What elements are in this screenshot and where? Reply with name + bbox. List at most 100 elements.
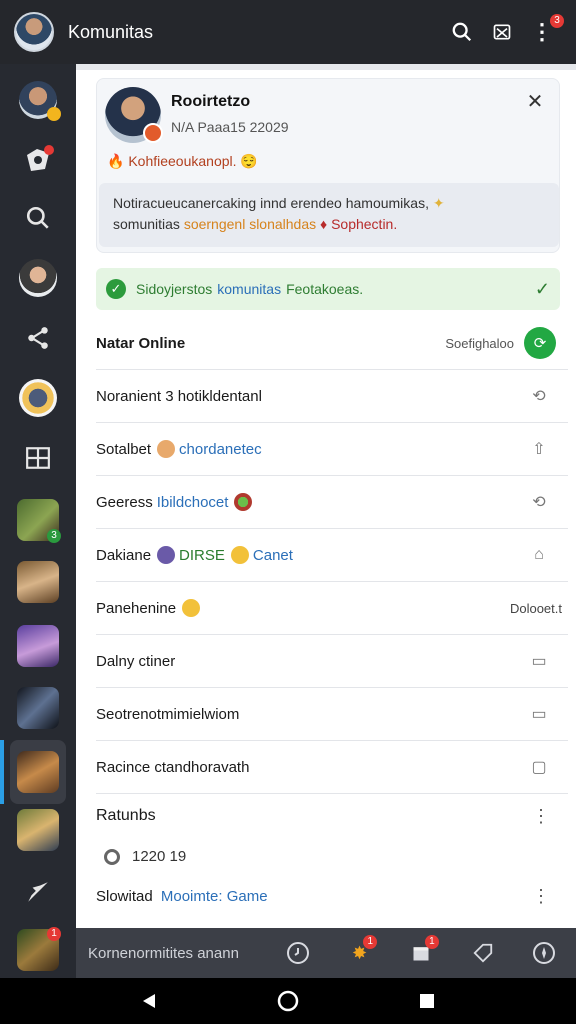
search-icon — [452, 22, 472, 42]
slowmode-row[interactable]: Slowitad Mooimte: Game — [96, 888, 268, 905]
ring-icon — [104, 848, 120, 865]
clock-icon — [286, 942, 309, 964]
rail-game-7[interactable]: 1 — [10, 922, 66, 978]
banner-text-3: Feotakoeas. — [286, 281, 364, 297]
rail-game-4[interactable] — [10, 680, 66, 736]
clipboard-icon[interactable]: ▭ — [528, 651, 550, 671]
rail-rocket[interactable] — [10, 864, 66, 920]
game-thumbnail: 1 — [17, 927, 61, 971]
list-item[interactable]: Racince ctandhoravath ▢ — [96, 741, 568, 794]
row-label: Dakiane — [96, 546, 152, 564]
game-thumbnail — [17, 809, 59, 851]
emoji-icon — [157, 546, 176, 564]
checkmark-icon[interactable]: ✓ — [535, 279, 550, 300]
list-item[interactable]: Seotrenotmimielwiom ▭ — [96, 688, 568, 741]
note-text-2: somunitias — [113, 216, 180, 232]
emoji-icon — [157, 440, 176, 458]
badge-emoji-icon — [234, 493, 253, 511]
profile-card-avatar[interactable] — [105, 87, 163, 143]
rail-community[interactable] — [10, 132, 66, 188]
gift-button[interactable]: 1 — [401, 933, 441, 973]
profile-status: 🔥 Kohfieeoukanopl. 😌 — [107, 153, 258, 170]
search-button[interactable] — [442, 12, 482, 52]
rail-avatar-friend[interactable] — [10, 250, 66, 306]
banner-text-1: Sidoyjerstos — [136, 281, 213, 297]
compass-button[interactable] — [524, 933, 564, 973]
inbox-button[interactable] — [482, 12, 522, 52]
notification-badge: 3 — [550, 14, 564, 28]
back-button[interactable] — [135, 987, 163, 1015]
list-item[interactable]: Geeress Ibildchocet ⟲ — [96, 476, 568, 529]
timer-button[interactable] — [278, 933, 318, 973]
sparkle-icon: ✦ — [432, 195, 445, 211]
friend-avatar — [19, 259, 57, 297]
home-button[interactable] — [274, 987, 302, 1015]
close-button[interactable]: ✕ — [521, 87, 549, 115]
online-toggle-button[interactable]: ⟳ — [524, 327, 556, 359]
section-title: Ratunbs — [96, 807, 156, 824]
refresh-icon[interactable]: ⟲ — [528, 386, 550, 406]
rail-avatar-profile[interactable] — [10, 72, 66, 128]
note-text-3: soerngenl slonalhdas — [183, 216, 317, 232]
app-title: Komunitas — [68, 21, 154, 42]
profile-avatar — [19, 81, 61, 121]
rail-share[interactable] — [10, 310, 66, 366]
bag-icon[interactable]: ▢ — [528, 757, 550, 777]
rail-game-1[interactable]: 3 — [10, 492, 66, 548]
profile-note: Notiracueucanercaking innd erendeo hamou… — [99, 183, 559, 247]
smile-emoji-icon — [230, 546, 249, 564]
rail-search[interactable] — [10, 190, 66, 246]
row-label: Racince ctandhoravath — [96, 758, 250, 776]
row-label: Noranient 3 hotikldentanl — [96, 387, 262, 405]
bot-avatar — [19, 379, 57, 417]
user-avatar[interactable] — [14, 12, 54, 52]
slowmode-link[interactable]: Mooimte: Game — [161, 888, 268, 905]
row-link[interactable]: chordanetec — [179, 441, 262, 458]
grid-icon — [26, 447, 50, 469]
row-link[interactable]: Canet — [253, 547, 293, 564]
list-item[interactable]: Panehenine Dolooet.t — [96, 582, 568, 635]
surprised-emoji-icon — [182, 599, 201, 617]
clipboard-icon[interactable]: ▭ — [528, 704, 550, 724]
reactions-button[interactable]: ✸ 1 — [340, 933, 380, 973]
section-menu-icon[interactable]: ⋮ — [532, 806, 550, 827]
list-item[interactable]: Noranient 3 hotikldentanl ⟲ — [96, 370, 568, 423]
list-item[interactable]: Sotalbet chordanetec ⇧ — [96, 423, 568, 476]
tag-button[interactable] — [463, 933, 503, 973]
tag-icon — [473, 943, 492, 963]
list-item[interactable]: Dakiane DIRSE Canet ⌂ — [96, 529, 568, 582]
rail-game-3[interactable] — [10, 618, 66, 674]
slowmode-label: Slowitad — [96, 888, 153, 905]
profile-subtitle: N/A Paaa15 22029 — [171, 119, 289, 135]
counter-value: 1220 19 — [132, 848, 187, 865]
list-item[interactable]: Dalny ctiner ▭ — [96, 635, 568, 688]
share-arrow-icon[interactable]: ⇧ — [528, 439, 550, 459]
row-label: Geeress — [96, 493, 153, 511]
refresh-icon[interactable]: ⟲ — [528, 492, 550, 512]
link-icon: ⟳ — [533, 335, 547, 352]
game-thumbnail: 3 — [17, 499, 61, 543]
inbox-icon — [493, 24, 511, 40]
community-icon — [27, 145, 54, 171]
community-panel: Rooirtetzo N/A Paaa15 22029 🔥 Kohfieeouk… — [76, 64, 576, 928]
row-label: Natar Online — [96, 334, 186, 352]
home-arrow-icon[interactable]: ⌂ — [528, 546, 550, 564]
recents-button[interactable] — [413, 987, 441, 1015]
server-rail: 3 1 — [0, 64, 76, 978]
list-item[interactable]: Natar Online Soefighaloo ⟳ — [96, 317, 568, 370]
heart-icon: ♦ — [320, 216, 328, 232]
game-thumbnail — [17, 561, 59, 603]
message-input[interactable]: Kornenormitites anann — [88, 945, 256, 962]
rail-grid[interactable] — [10, 430, 66, 486]
row-link[interactable]: Ibildchocet — [157, 494, 229, 511]
rail-game-5[interactable] — [0, 740, 66, 804]
row-label: Dalny ctiner — [96, 652, 176, 670]
more-menu-button[interactable]: ⋮ 3 — [522, 12, 564, 52]
rail-game-6[interactable] — [10, 802, 66, 858]
gift-badge: 1 — [424, 935, 439, 949]
slowmode-menu-icon[interactable]: ⋮ — [532, 886, 550, 907]
row-tag: DIRSE — [179, 546, 225, 564]
rail-avatar-bot[interactable] — [10, 370, 66, 426]
banner-link[interactable]: komunitas — [217, 281, 281, 297]
rail-game-2[interactable] — [10, 554, 66, 610]
